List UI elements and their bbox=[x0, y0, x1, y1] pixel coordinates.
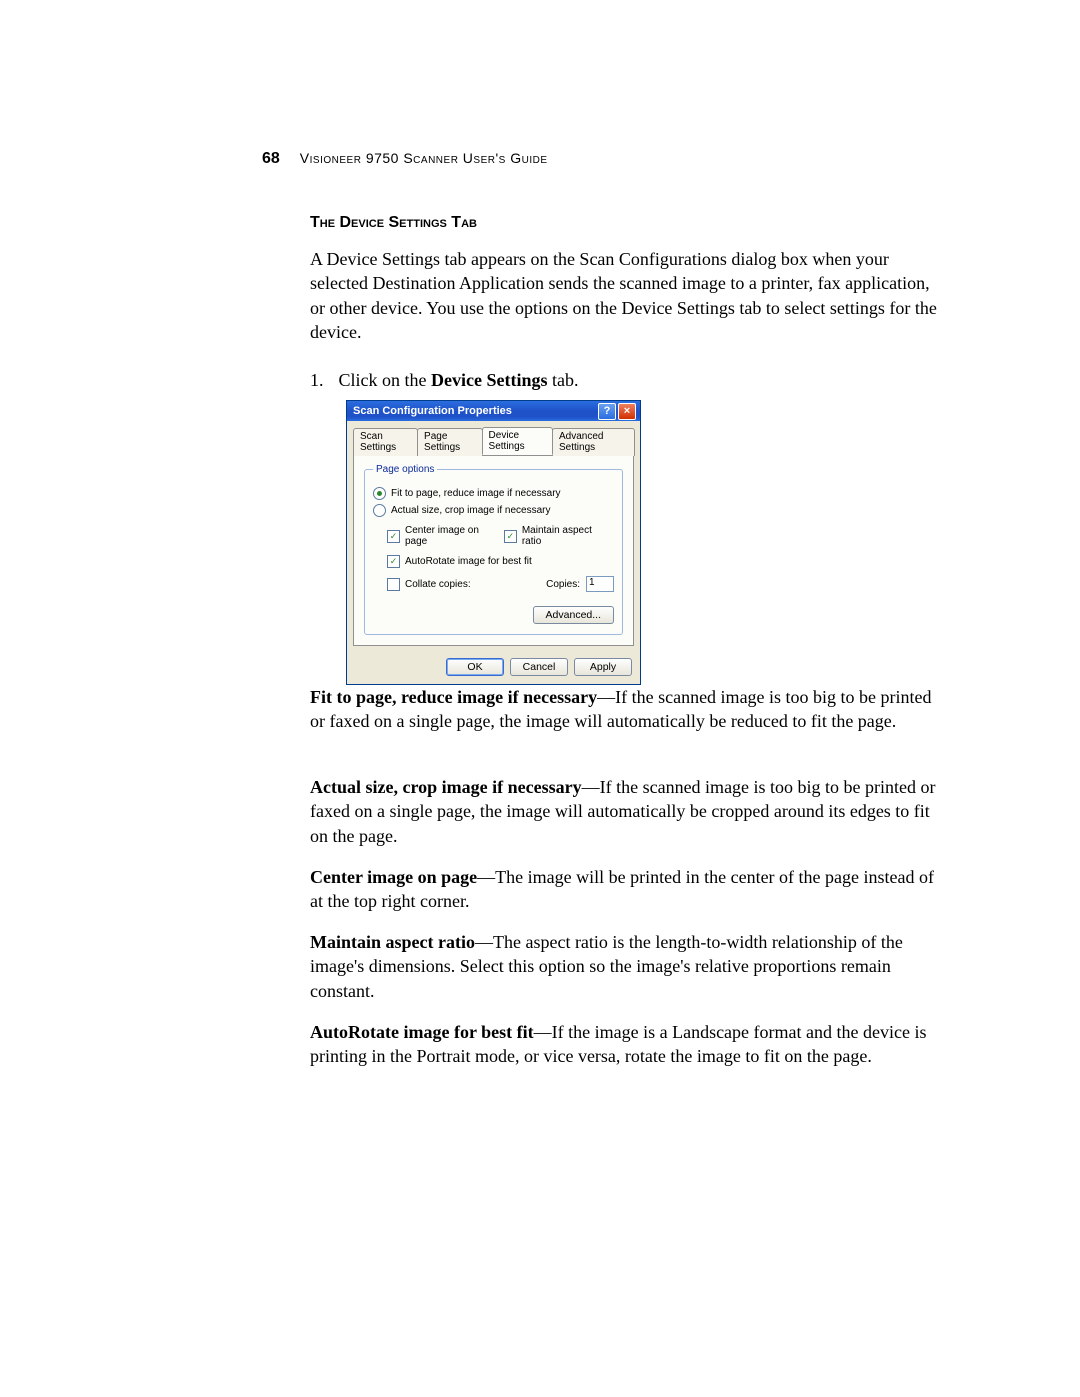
intro-paragraph: A Device Settings tab appears on the Sca… bbox=[310, 247, 948, 344]
copies-input[interactable]: 1 bbox=[586, 576, 614, 592]
radio-actual-size-row[interactable]: Actual size, crop image if necessary bbox=[373, 504, 614, 517]
collate-copies-row: Collate copies: Copies: 1 bbox=[387, 572, 614, 596]
step-text-prefix: Click on the bbox=[339, 370, 432, 390]
document-page: 68 Visioneer 9750 Scanner User's Guide T… bbox=[0, 0, 1080, 1397]
check-autorotate-label: AutoRotate image for best fit bbox=[405, 556, 532, 567]
desc-bold: Maintain aspect ratio bbox=[310, 932, 475, 952]
check-maintain-label: Maintain aspect ratio bbox=[522, 525, 614, 547]
center-maintain-row: ✓ Center image on page ✓ Maintain aspect… bbox=[387, 521, 614, 551]
radio-actual-label: Actual size, crop image if necessary bbox=[391, 505, 551, 516]
radio-icon bbox=[373, 487, 386, 500]
dialog-tabs: Scan Settings Page Settings Device Setti… bbox=[347, 421, 640, 455]
checkbox-icon: ✓ bbox=[387, 530, 400, 543]
desc-center-image: Center image on page—The image will be p… bbox=[310, 865, 948, 914]
check-collate-label: Collate copies: bbox=[405, 579, 471, 590]
ok-button[interactable]: OK bbox=[446, 658, 504, 676]
tab-advanced-settings[interactable]: Advanced Settings bbox=[552, 428, 635, 456]
radio-fit-label: Fit to page, reduce image if necessary bbox=[391, 488, 561, 499]
dialog-title: Scan Configuration Properties bbox=[353, 405, 512, 417]
page-options-group: Page options Fit to page, reduce image i… bbox=[364, 464, 623, 635]
tab-scan-settings[interactable]: Scan Settings bbox=[353, 428, 418, 456]
running-header: 68 Visioneer 9750 Scanner User's Guide bbox=[262, 150, 902, 168]
page-number: 68 bbox=[262, 150, 280, 168]
check-maintain-aspect[interactable]: ✓ Maintain aspect ratio bbox=[504, 525, 614, 547]
desc-actual-size: Actual size, crop image if necessary—If … bbox=[310, 775, 948, 848]
help-button[interactable]: ? bbox=[598, 403, 616, 420]
dialog-titlebar: Scan Configuration Properties ? × bbox=[347, 401, 640, 421]
advanced-row: Advanced... bbox=[373, 606, 614, 624]
section-heading: The Device Settings Tab bbox=[310, 214, 477, 232]
scan-config-dialog: Scan Configuration Properties ? × Scan S… bbox=[346, 400, 641, 685]
check-collate[interactable]: Collate copies: bbox=[387, 578, 471, 591]
page-options-legend: Page options bbox=[373, 464, 437, 475]
close-button[interactable]: × bbox=[618, 403, 636, 420]
guide-title: Visioneer 9750 Scanner User's Guide bbox=[300, 150, 548, 166]
tab-body: Page options Fit to page, reduce image i… bbox=[353, 455, 634, 646]
check-center-image[interactable]: ✓ Center image on page bbox=[387, 525, 504, 547]
cancel-button[interactable]: Cancel bbox=[510, 658, 568, 676]
tab-page-settings[interactable]: Page Settings bbox=[417, 428, 483, 456]
check-autorotate[interactable]: ✓ AutoRotate image for best fit bbox=[387, 555, 614, 568]
checkbox-icon bbox=[387, 578, 400, 591]
desc-maintain-aspect: Maintain aspect ratio—The aspect ratio i… bbox=[310, 930, 948, 1003]
copies-field: Copies: 1 bbox=[546, 576, 614, 592]
radio-fit-to-page-row[interactable]: Fit to page, reduce image if necessary bbox=[373, 487, 614, 500]
indented-options: ✓ Center image on page ✓ Maintain aspect… bbox=[387, 521, 614, 596]
desc-bold: Actual size, crop image if necessary bbox=[310, 777, 582, 797]
check-center-label: Center image on page bbox=[405, 525, 504, 547]
step-1: 1. Click on the Device Settings tab. bbox=[310, 370, 948, 391]
dialog-button-row: OK Cancel Apply bbox=[347, 652, 640, 684]
desc-bold: AutoRotate image for best fit bbox=[310, 1022, 534, 1042]
checkbox-icon: ✓ bbox=[504, 530, 517, 543]
desc-bold: Fit to page, reduce image if necessary bbox=[310, 687, 597, 707]
step-text-suffix: tab. bbox=[547, 370, 578, 390]
desc-fit-to-page: Fit to page, reduce image if necessary—I… bbox=[310, 685, 948, 734]
radio-icon bbox=[373, 504, 386, 517]
apply-button[interactable]: Apply bbox=[574, 658, 632, 676]
step-number: 1. bbox=[310, 370, 334, 391]
copies-label: Copies: bbox=[546, 579, 580, 590]
desc-autorotate: AutoRotate image for best fit—If the ima… bbox=[310, 1020, 948, 1069]
advanced-button[interactable]: Advanced... bbox=[533, 606, 614, 624]
desc-bold: Center image on page bbox=[310, 867, 477, 887]
step-text-bold: Device Settings bbox=[431, 370, 547, 390]
checkbox-icon: ✓ bbox=[387, 555, 400, 568]
tab-device-settings[interactable]: Device Settings bbox=[482, 427, 553, 455]
